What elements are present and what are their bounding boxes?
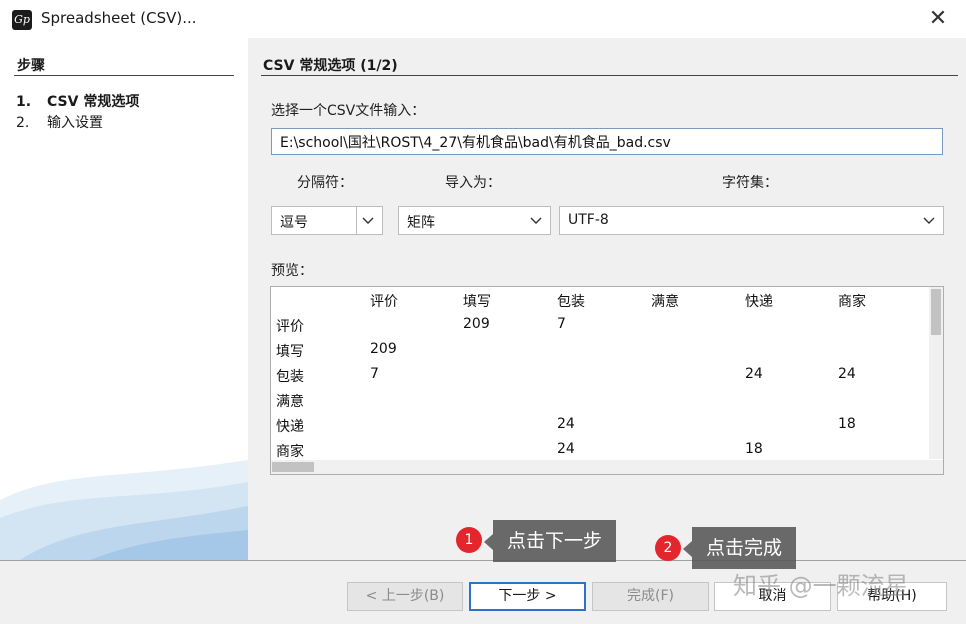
page-title: CSV 常规选项 (1/2) — [263, 58, 398, 74]
preview-label: 预览： — [271, 263, 313, 279]
table-cell: 24 — [557, 416, 575, 432]
file-label: 选择一个CSV文件输入： — [271, 103, 426, 119]
step-label: CSV 常规选项 — [47, 94, 140, 110]
column-header: 评价 — [370, 294, 398, 310]
scrollbar-thumb[interactable] — [272, 462, 314, 472]
import-as-label: 导入为： — [445, 175, 501, 191]
file-path-field[interactable]: E:\school\国社\ROST\4_27\有机食品\bad\有机食品_bad… — [271, 128, 943, 155]
chevron-down-icon[interactable] — [361, 213, 375, 227]
app-logo-icon: Gp — [12, 10, 32, 30]
close-icon[interactable]: ✕ — [926, 6, 950, 32]
cancel-button[interactable]: 取消 — [714, 582, 831, 611]
finish-button[interactable]: 完成(F) — [592, 582, 709, 611]
column-header: 商家 — [838, 294, 866, 310]
scrollbar-corner — [929, 460, 943, 474]
row-header: 商家 — [276, 444, 304, 460]
table-cell: 209 — [370, 341, 397, 357]
row-header: 填写 — [276, 344, 304, 360]
chevron-down-icon — [923, 217, 935, 224]
table-cell: 209 — [463, 316, 490, 332]
callout-pointer — [484, 534, 493, 550]
table-cell: 24 — [557, 441, 575, 457]
column-header: 包装 — [557, 294, 585, 310]
callout-pointer — [683, 541, 692, 557]
step-number: 1. — [16, 94, 32, 110]
separator-value: 逗号 — [280, 215, 308, 231]
horizontal-scrollbar[interactable] — [271, 460, 931, 474]
column-header: 快递 — [745, 294, 773, 310]
step-item-input-settings: 2. 输入设置 — [16, 112, 103, 132]
separator-label: 分隔符： — [297, 175, 353, 191]
table-cell: 18 — [838, 416, 856, 432]
table-cell: 24 — [838, 366, 856, 382]
charset-label: 字符集： — [722, 175, 778, 191]
step-item-csv-options: 1. CSV 常规选项 — [16, 91, 139, 111]
callout-next-hint: 点击下一步 — [493, 520, 617, 562]
table-cell: 7 — [557, 316, 566, 332]
step-label: 输入设置 — [47, 115, 103, 131]
help-button[interactable]: 帮助(H) — [837, 582, 947, 611]
main-panel: CSV 常规选项 (1/2) 选择一个CSV文件输入： E:\school\国社… — [248, 38, 966, 560]
column-header: 填写 — [463, 294, 491, 310]
steps-heading: 步骤 — [17, 58, 45, 74]
row-header: 快递 — [276, 419, 304, 435]
callout-finish-hint: 点击完成 — [692, 527, 797, 569]
separator-select[interactable]: 逗号 — [271, 206, 383, 235]
row-header: 评价 — [276, 319, 304, 335]
column-header: 满意 — [651, 294, 679, 310]
decorative-wave-graphic — [0, 460, 248, 560]
step-number: 2. — [16, 115, 30, 131]
import-as-value: 矩阵 — [407, 215, 435, 231]
steps-divider — [14, 75, 234, 76]
preview-table[interactable]: 评价 填写 包装 满意 快递 商家 评价 209 7 填写 209 包装 7 24 24 满意 快递 24 18 商家… — [270, 286, 944, 475]
next-button[interactable]: 下一步 > — [469, 582, 586, 611]
scrollbar-thumb[interactable] — [931, 289, 941, 335]
table-cell: 18 — [745, 441, 763, 457]
window-title: Spreadsheet (CSV)... — [41, 9, 197, 27]
table-cell: 24 — [745, 366, 763, 382]
steps-panel: 步骤 1. CSV 常规选项 2. 输入设置 — [0, 38, 248, 560]
select-divider — [356, 207, 357, 234]
table-cell: 7 — [370, 366, 379, 382]
row-header: 包装 — [276, 369, 304, 385]
import-as-select[interactable]: 矩阵 — [398, 206, 551, 235]
callout-number-1: 1 — [456, 527, 482, 553]
vertical-scrollbar[interactable] — [929, 287, 943, 459]
chevron-down-icon — [530, 217, 542, 224]
charset-value: UTF-8 — [568, 212, 609, 228]
back-button[interactable]: < 上一步(B) — [347, 582, 463, 611]
button-bar: < 上一步(B) 下一步 > 完成(F) 取消 帮助(H) — [0, 561, 966, 624]
callout-number-2: 2 — [655, 535, 681, 561]
title-divider — [261, 75, 958, 76]
charset-select[interactable]: UTF-8 — [559, 206, 944, 235]
title-bar: Gp Spreadsheet (CSV)... ✕ — [0, 0, 966, 38]
row-header: 满意 — [276, 394, 304, 410]
